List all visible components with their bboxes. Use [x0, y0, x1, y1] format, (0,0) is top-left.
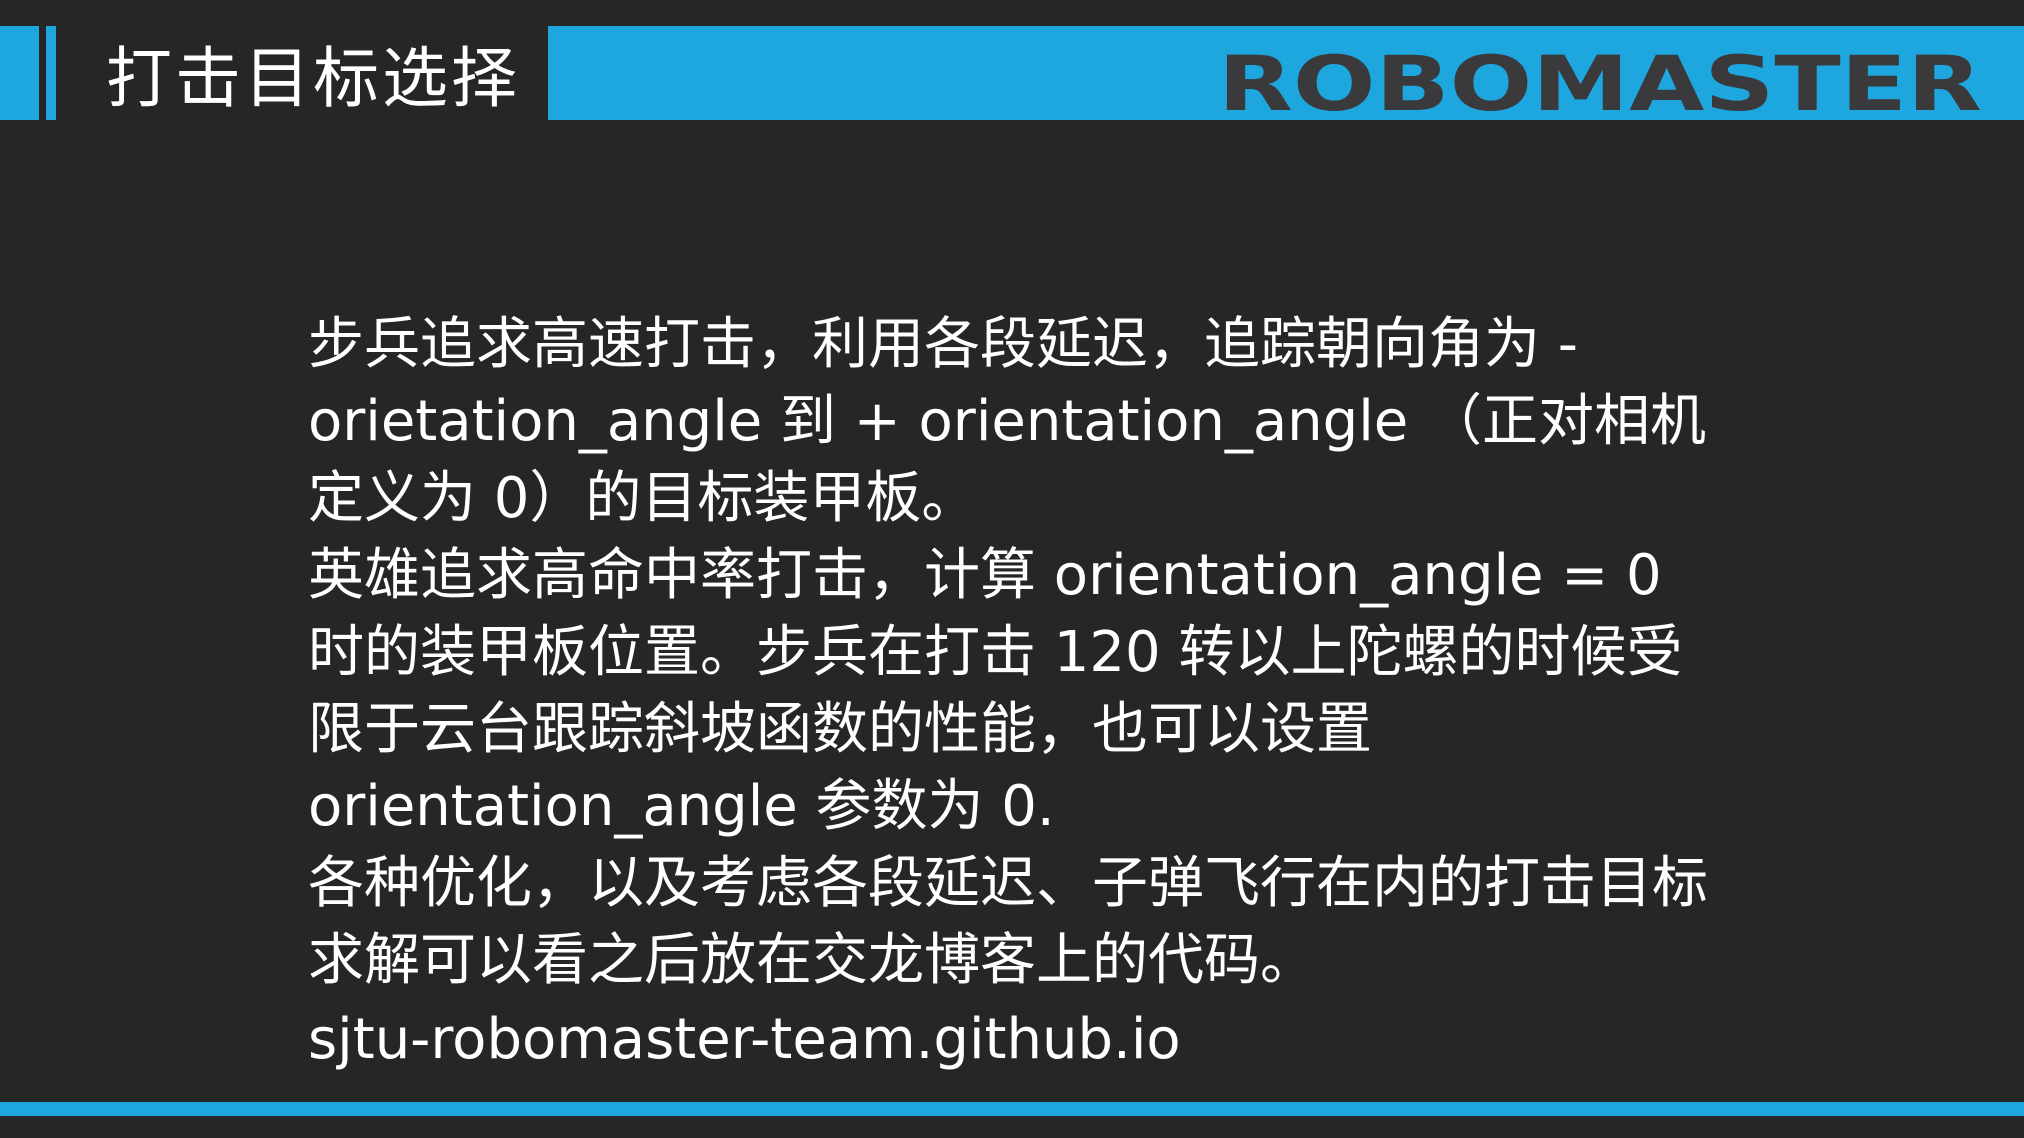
robomaster-logo: ROBOMASTER: [1218, 50, 1982, 114]
slide-title: 打击目标选择: [106, 40, 520, 117]
paragraph-infantry: 步兵追求高速打击，利用各段延迟，追踪朝向角为 -orietation_angle…: [308, 312, 1707, 531]
slide-content: 步兵追求高速打击，利用各段延迟，追踪朝向角为 -orietation_angle…: [308, 306, 1728, 1081]
header-accent-block: [0, 26, 39, 120]
robomaster-logo-text: ROBOMASTER: [1218, 50, 1982, 114]
header-accent-stripe: [46, 26, 56, 120]
blog-url[interactable]: sjtu-robomaster-team.github.io: [308, 999, 1728, 1081]
paragraph-hero: 英雄追求高命中率打击，计算 orientation_angle = 0 时的装甲…: [308, 543, 1683, 839]
footer-bar: [0, 1102, 2024, 1116]
paragraph-optimization: 各种优化，以及考虑各段延迟、子弹飞行在内的打击目标求解可以看之后放在交龙博客上的…: [308, 851, 1708, 993]
